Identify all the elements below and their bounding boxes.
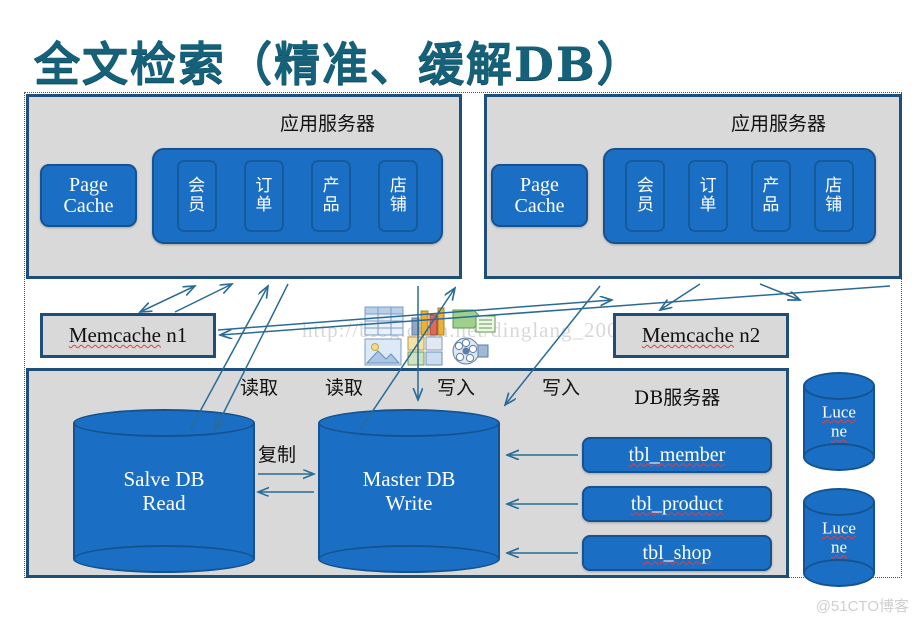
flow-label-read-1: 读取: [240, 377, 279, 399]
page-cache-2-line2: Cache: [514, 194, 565, 217]
flow-label-write-2: 写入: [542, 377, 581, 399]
table-member-label: tbl_member: [628, 443, 726, 466]
slide-canvas: 全文检索（精准、缓解DB） 应用服务器 Page Cache 会 员 订 单 产…: [0, 0, 923, 622]
table-member-button[interactable]: tbl_member: [582, 437, 772, 473]
picture-icon: [364, 338, 402, 371]
master-db-line1: Master DB: [362, 466, 456, 491]
flow-label-replicate: 复制: [258, 444, 297, 466]
video-icon: [449, 336, 489, 371]
module-shop-2-char1: 店: [825, 176, 843, 197]
clipart-icon: [407, 336, 443, 371]
lucene-2-label: Luce ne: [803, 518, 875, 557]
module-product-2-char1: 产: [762, 176, 780, 197]
module-product-1-char1: 产: [322, 176, 340, 197]
lucene-2-bottom: [803, 559, 875, 587]
memcache-1-name: Memcache: [68, 323, 161, 347]
slave-db-bottom: [73, 545, 255, 573]
slave-db-line1: Salve DB: [123, 466, 205, 491]
master-db-cylinder[interactable]: Master DB Write: [318, 409, 500, 573]
memcache-2-name: Memcache: [641, 323, 734, 347]
page-cache-box-1[interactable]: Page Cache: [40, 164, 137, 227]
module-member-2-char1: 会: [636, 176, 654, 197]
module-product-2[interactable]: 产 品: [750, 160, 791, 232]
module-shop-2[interactable]: 店 铺: [813, 160, 854, 232]
memcache-1-label: Memcache n1: [69, 323, 187, 348]
module-product-2-char2: 品: [762, 195, 780, 215]
slave-db-top: [73, 409, 255, 437]
module-shop-1-char1: 店: [389, 176, 407, 197]
module-order-2[interactable]: 订 单: [688, 160, 729, 232]
table-product-label: tbl_product: [630, 492, 724, 515]
slave-db-line2: Read: [142, 491, 186, 515]
page-cache-1-line1: Page: [69, 173, 108, 196]
page-cache-2-line1: Page: [520, 173, 559, 196]
module-order-1-char1: 订: [255, 176, 273, 197]
lucene-2-line1: Luce: [822, 517, 856, 537]
module-order-2-char1: 订: [699, 176, 717, 197]
module-shop-1-char2: 铺: [389, 195, 407, 215]
lucene-1-top: [803, 372, 875, 400]
table-shop-button[interactable]: tbl_shop: [582, 535, 772, 571]
table-icon: [364, 306, 404, 341]
memcache-2-suffix: n2: [733, 323, 761, 347]
lucene-2-top: [803, 488, 875, 516]
master-db-top: [318, 409, 500, 437]
module-product-1-char2: 品: [322, 195, 340, 215]
module-order-1[interactable]: 订 单: [243, 160, 284, 232]
lucene-1-line1: Luce: [822, 401, 856, 421]
master-db-bottom: [318, 545, 500, 573]
slave-db-cylinder[interactable]: Salve DB Read: [73, 409, 255, 573]
master-db-line2: Write: [385, 491, 433, 515]
module-group-1[interactable]: 会 员 订 单 产 品 店 铺: [152, 148, 443, 244]
app-server-1-title: 应用服务器: [280, 113, 376, 135]
page-cache-1-line2: Cache: [63, 194, 114, 217]
memcache-box-1[interactable]: Memcache n1: [40, 313, 216, 358]
flow-label-write-1: 写入: [437, 377, 476, 399]
app-server-2-title: 应用服务器: [731, 113, 827, 135]
flow-label-read-2: 读取: [325, 377, 364, 399]
lucene-cylinder-2[interactable]: Luce ne: [803, 488, 875, 587]
memcache-2-label: Memcache n2: [642, 323, 760, 348]
table-product-button[interactable]: tbl_product: [582, 486, 772, 522]
ppt-placeholder-icons: [352, 306, 504, 368]
master-db-label: Master DB Write: [318, 467, 500, 515]
memcache-box-2[interactable]: Memcache n2: [613, 313, 789, 358]
module-order-2-char2: 单: [699, 195, 717, 215]
slave-db-label: Salve DB Read: [73, 467, 255, 515]
module-member-1-char1: 会: [188, 176, 206, 197]
module-shop-1[interactable]: 店 铺: [378, 160, 419, 232]
lucene-1-bottom: [803, 443, 875, 471]
module-product-1[interactable]: 产 品: [311, 160, 352, 232]
table-shop-label: tbl_shop: [642, 541, 712, 564]
page-title: 全文检索（精准、缓解DB）: [34, 37, 645, 91]
lucene-2-line2: ne: [830, 537, 848, 557]
watermark-corner: @51CTO博客: [815, 598, 909, 615]
lucene-cylinder-1[interactable]: Luce ne: [803, 372, 875, 471]
db-server-title: DB服务器: [634, 387, 721, 409]
module-order-1-char2: 单: [255, 195, 273, 215]
module-member-1[interactable]: 会 员: [176, 160, 217, 232]
module-member-2[interactable]: 会 员: [625, 160, 666, 232]
memcache-1-suffix: n1: [160, 323, 188, 347]
lucene-1-line2: ne: [830, 421, 848, 441]
lucene-1-label: Luce ne: [803, 402, 875, 441]
page-cache-box-2[interactable]: Page Cache: [491, 164, 588, 227]
module-shop-2-char2: 铺: [825, 195, 843, 215]
module-member-2-char2: 员: [636, 195, 654, 215]
module-group-2[interactable]: 会 员 订 单 产 品 店 铺: [603, 148, 876, 244]
module-member-1-char2: 员: [188, 195, 206, 215]
